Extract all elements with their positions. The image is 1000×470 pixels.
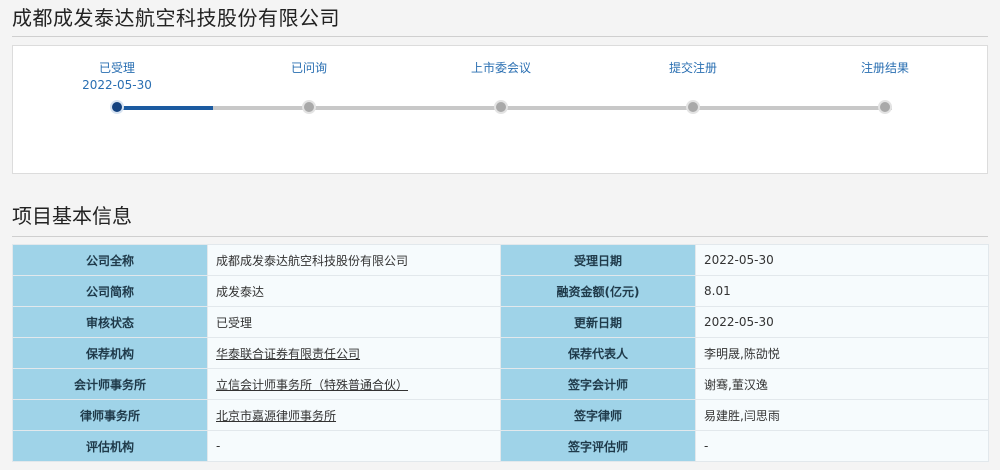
field-value: 李明晟,陈劭悦 <box>695 337 989 369</box>
table-row: 审核状态 已受理 更新日期 2022-05-30 <box>12 306 989 338</box>
field-value: 8.01 <box>695 275 989 307</box>
field-value: 成都成发泰达航空科技股份有限公司 <box>207 244 501 276</box>
step-label: 注册结果 <box>860 61 909 75</box>
page-title: 成都成发泰达航空科技股份有限公司 <box>12 6 340 30</box>
field-key: 融资金额(亿元) <box>500 275 696 307</box>
step-label: 上市委会议 <box>470 61 531 75</box>
field-key: 签字评估师 <box>500 430 696 462</box>
field-key: 签字律师 <box>500 399 696 431</box>
section-title: 项目基本信息 <box>12 204 132 228</box>
step-inquired: 已问询 <box>229 60 389 76</box>
field-key: 签字会计师 <box>500 368 696 400</box>
step-node-registration-result <box>878 100 892 114</box>
field-value: 2022-05-30 <box>695 306 989 338</box>
table-row: 保荐机构 华泰联合证券有限责任公司 保荐代表人 李明晟,陈劭悦 <box>12 337 989 369</box>
progress-track-fill <box>117 106 213 110</box>
table-row: 律师事务所 北京市嘉源律师事务所 签字律师 易建胜,闫思雨 <box>12 399 989 431</box>
step-registration-result: 注册结果 <box>805 60 965 76</box>
field-key: 公司简称 <box>12 275 208 307</box>
field-key: 受理日期 <box>500 244 696 276</box>
section-divider <box>12 236 988 237</box>
step-label: 已问询 <box>290 61 327 75</box>
step-accepted: 已受理 2022-05-30 <box>37 60 197 93</box>
step-node-inquired <box>302 100 316 114</box>
field-value-cell: 立信会计师事务所（特殊普通合伙） <box>207 368 501 400</box>
field-value: 易建胜,闫思雨 <box>695 399 989 431</box>
step-date: 2022-05-30 <box>82 78 152 92</box>
step-label: 提交注册 <box>668 61 717 75</box>
accounting-firm-link[interactable]: 立信会计师事务所（特殊普通合伙） <box>216 378 408 392</box>
field-key: 公司全称 <box>12 244 208 276</box>
table-row: 公司简称 成发泰达 融资金额(亿元) 8.01 <box>12 275 989 307</box>
field-value: - <box>695 430 989 462</box>
field-value-cell: 北京市嘉源律师事务所 <box>207 399 501 431</box>
step-listing-committee: 上市委会议 <box>421 60 581 76</box>
project-info-table: 公司全称 成都成发泰达航空科技股份有限公司 受理日期 2022-05-30 公司… <box>12 244 989 462</box>
title-divider <box>12 36 988 37</box>
table-row: 公司全称 成都成发泰达航空科技股份有限公司 受理日期 2022-05-30 <box>12 244 989 276</box>
field-value: 谢骞,董汉逸 <box>695 368 989 400</box>
field-value: 已受理 <box>207 306 501 338</box>
field-value: - <box>207 430 501 462</box>
field-value: 成发泰达 <box>207 275 501 307</box>
step-node-submit-registration <box>686 100 700 114</box>
field-key: 保荐代表人 <box>500 337 696 369</box>
table-row: 评估机构 - 签字评估师 - <box>12 430 989 462</box>
step-label: 已受理 <box>98 61 135 75</box>
step-node-accepted <box>110 100 124 114</box>
law-firm-link[interactable]: 北京市嘉源律师事务所 <box>216 409 336 423</box>
table-row: 会计师事务所 立信会计师事务所（特殊普通合伙） 签字会计师 谢骞,董汉逸 <box>12 368 989 400</box>
field-key: 会计师事务所 <box>12 368 208 400</box>
step-node-listing-committee <box>494 100 508 114</box>
sponsor-link[interactable]: 华泰联合证券有限责任公司 <box>216 347 360 361</box>
field-key: 保荐机构 <box>12 337 208 369</box>
field-key: 评估机构 <box>12 430 208 462</box>
field-value: 2022-05-30 <box>695 244 989 276</box>
field-key: 律师事务所 <box>12 399 208 431</box>
progress-panel: 已受理 2022-05-30 已问询 上市委会议 提交注册 注册结果 <box>12 45 988 174</box>
field-key: 审核状态 <box>12 306 208 338</box>
field-key: 更新日期 <box>500 306 696 338</box>
field-value-cell: 华泰联合证券有限责任公司 <box>207 337 501 369</box>
step-submit-registration: 提交注册 <box>613 60 773 76</box>
